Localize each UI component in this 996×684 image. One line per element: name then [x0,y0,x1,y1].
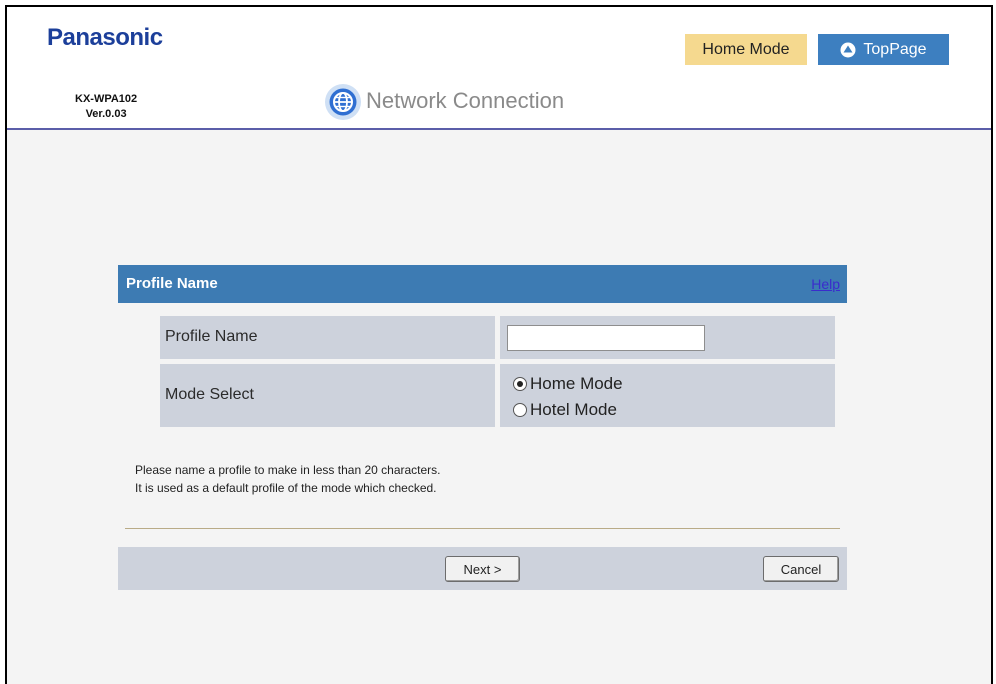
main-content: Profile Name Help Profile Name Mode Sele… [7,130,991,684]
help-note-line-1: Please name a profile to make in less th… [135,463,441,477]
section-divider [125,528,840,529]
home-mode-radio[interactable] [513,377,527,391]
device-info: KX-WPA102 Ver.0.03 [75,92,137,122]
panel-header: Profile Name Help [118,265,847,303]
globe-icon [325,84,361,120]
hotel-mode-radio[interactable] [513,403,527,417]
profile-name-label: Profile Name [165,328,258,345]
hotel-mode-label: Hotel Mode [530,400,617,419]
home-mode-label: Home Mode [530,374,623,393]
model-number: KX-WPA102 [75,93,138,105]
next-button[interactable]: Next > [445,556,520,582]
hotel-mode-option[interactable]: Hotel Mode [513,400,617,420]
cancel-button[interactable]: Cancel [763,556,839,582]
panasonic-logo: Panasonic [47,24,163,51]
profile-name-input[interactable] [507,325,705,351]
help-note-line-2: It is used as a default profile of the m… [135,481,437,495]
panel-title: Profile Name [126,275,218,292]
top-page-label: TopPage [863,41,927,58]
browser-frame: Panasonic KX-WPA102 Ver.0.03 Network Con… [5,5,993,684]
action-bar: Next > Cancel [118,547,847,590]
help-link[interactable]: Help [811,276,840,292]
page-title: Network Connection [366,88,565,113]
page-header: Panasonic KX-WPA102 Ver.0.03 Network Con… [7,7,991,128]
mode-select-label: Mode Select [165,386,254,403]
up-arrow-circle-icon [840,42,856,57]
home-mode-option[interactable]: Home Mode [513,374,623,394]
top-page-button[interactable]: TopPage [818,34,949,65]
firmware-version: Ver.0.03 [85,108,127,120]
mode-indicator: Home Mode [685,34,807,65]
